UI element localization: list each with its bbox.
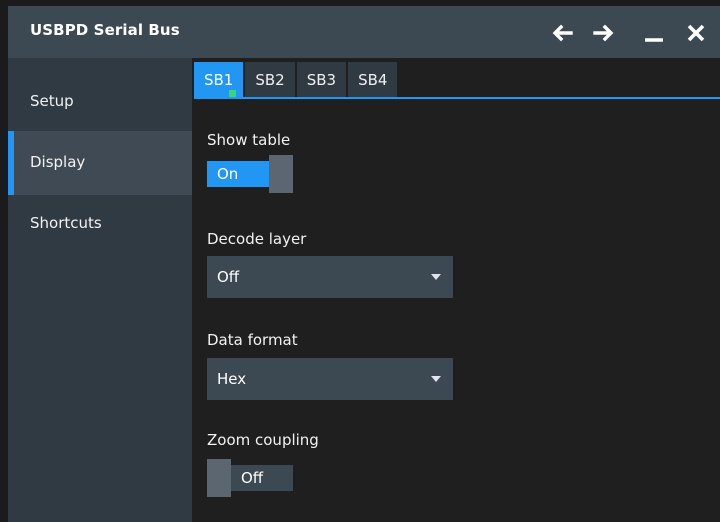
minimize-icon <box>644 24 664 42</box>
arrow-right-icon <box>593 24 615 42</box>
zoom-coupling-label: Zoom coupling <box>207 431 319 449</box>
minimize-button[interactable] <box>638 18 670 48</box>
sidebar-item-setup[interactable]: Setup <box>8 68 192 132</box>
tab-sb4[interactable]: SB4 <box>348 62 398 98</box>
tab-underline <box>194 97 720 99</box>
sidebar-item-label: Setup <box>30 92 74 110</box>
tab-sb2[interactable]: SB2 <box>245 62 295 98</box>
toggle-knob <box>269 155 293 193</box>
tab-label: SB3 <box>306 71 337 89</box>
data-format-value: Hex <box>217 370 247 388</box>
zoom-coupling-toggle[interactable]: Off <box>207 459 293 497</box>
decode-layer-value: Off <box>217 268 240 286</box>
dialog-title: USBPD Serial Bus <box>30 21 180 39</box>
show-table-label: Show table <box>207 131 291 149</box>
forward-button[interactable] <box>588 18 620 48</box>
show-table-toggle[interactable]: On <box>207 155 293 193</box>
close-icon <box>687 24 705 42</box>
chevron-down-icon <box>431 376 441 382</box>
toggle-state: Off <box>231 465 293 491</box>
sidebar-item-shortcuts[interactable]: Shortcuts <box>8 194 192 258</box>
tab-sb1[interactable]: SB1 <box>194 62 244 98</box>
sidebar-item-label: Shortcuts <box>30 214 102 232</box>
data-format-select[interactable]: Hex <box>207 358 453 400</box>
sidebar-item-display[interactable]: Display <box>8 131 192 195</box>
tab-label: SB2 <box>255 71 285 89</box>
title-bar[interactable]: USBPD Serial Bus <box>8 6 720 58</box>
chevron-down-icon <box>431 274 441 280</box>
decode-layer-select[interactable]: Off <box>207 256 453 298</box>
tab-sb3[interactable]: SB3 <box>296 62 347 98</box>
sidebar: Setup Display Shortcuts <box>8 58 192 522</box>
toggle-state: On <box>207 161 269 187</box>
data-format-label: Data format <box>207 331 298 349</box>
sidebar-item-label: Display <box>30 153 86 171</box>
tab-label: SB1 <box>204 71 234 89</box>
active-indicator <box>8 131 14 195</box>
decode-layer-label: Decode layer <box>207 230 307 248</box>
back-button[interactable] <box>546 18 578 48</box>
serial-bus-tabs: SB1 SB2 SB3 SB4 <box>194 62 399 98</box>
active-bus-indicator <box>229 90 236 97</box>
close-button[interactable] <box>680 18 712 48</box>
tab-label: SB4 <box>358 71 388 89</box>
toggle-knob <box>207 459 231 497</box>
arrow-left-icon <box>551 24 573 42</box>
